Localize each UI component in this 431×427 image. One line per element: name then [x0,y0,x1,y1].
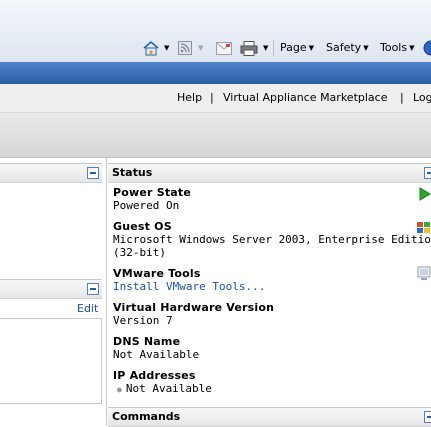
collapse-icon[interactable] [424,167,431,179]
guest-os-bitness: (32-bit) [113,246,166,259]
vmware-tools-section: VMware Tools Install VMware Tools... [113,267,265,293]
guest-os-value: Microsoft Windows Server 2003, Enterpris… [113,233,431,246]
status-panel-header: Status [108,163,431,183]
home-dropdown-arrow[interactable]: ▼ [162,40,169,56]
vmware-tools-label: VMware Tools [113,267,201,280]
top-link-bar: Help | Virtual Appliance Marketplace | L… [0,84,431,113]
collapse-icon[interactable] [424,411,431,423]
guest-os-section: Guest OS Microsoft Windows Server 2003, … [113,220,431,259]
left-panel-header-2 [0,279,102,299]
power-state-label: Power State [113,186,192,199]
status-panel-title: Status [112,166,153,179]
hardware-version-value: Version 7 [113,314,173,327]
help-link[interactable]: Help [177,91,202,104]
toolbar-separator [273,40,274,56]
home-icon[interactable] [142,40,160,56]
safety-menu[interactable]: Safety ▼ [326,40,369,56]
ip-addresses-section: IP Addresses ● Not Available [113,369,212,396]
feeds-dropdown-arrow[interactable]: ▼ [196,40,203,56]
dns-name-section: DNS Name Not Available [113,335,199,361]
link-separator: | [210,91,214,104]
ip-addresses-label: IP Addresses [113,369,196,382]
bullet-icon: ● [117,385,122,394]
left-panel-header [0,163,102,183]
edit-link[interactable]: Edit [77,302,98,315]
windows-logo-icon [416,221,431,234]
dns-name-value: Not Available [113,348,200,361]
rss-feed-icon[interactable] [178,41,192,55]
title-banner [0,62,431,84]
help-icon[interactable] [423,40,431,56]
mail-icon[interactable] [216,42,232,55]
install-vmware-tools-link[interactable]: Install VMware Tools... [113,280,265,293]
virtual-appliance-marketplace-link[interactable]: Virtual Appliance Marketplace [223,91,387,104]
print-dropdown-arrow[interactable]: ▼ [261,40,268,56]
power-state-section: Power State Powered On [113,186,191,212]
collapse-icon[interactable] [87,167,99,179]
vmware-tools-icon [417,266,431,281]
tab-toolbar [0,113,431,158]
hardware-version-label: Virtual Hardware Version [113,301,275,314]
ip-address-item: ● Not Available [113,382,212,396]
link-separator: | [400,91,404,104]
page-menu[interactable]: Page ▼ [280,40,314,56]
hardware-version-section: Virtual Hardware Version Version 7 [113,301,274,327]
power-on-icon[interactable] [419,187,431,201]
logout-link[interactable]: Log [413,91,431,104]
panel-divider [106,157,107,425]
power-state-value: Powered On [113,199,180,212]
guest-os-label: Guest OS [113,220,172,233]
notes-box [0,318,102,404]
printer-icon[interactable] [240,41,258,56]
dns-name-label: DNS Name [113,335,181,348]
commands-panel-header: Commands [108,407,431,427]
browser-command-bar: ▼ ▼ ▼ Page ▼ Safety ▼ Tools ▼ [0,0,431,62]
ip-address-value: Not Available [125,382,212,395]
tools-menu[interactable]: Tools ▼ [380,40,415,56]
commands-panel-title: Commands [112,410,181,423]
collapse-icon[interactable] [87,283,99,295]
